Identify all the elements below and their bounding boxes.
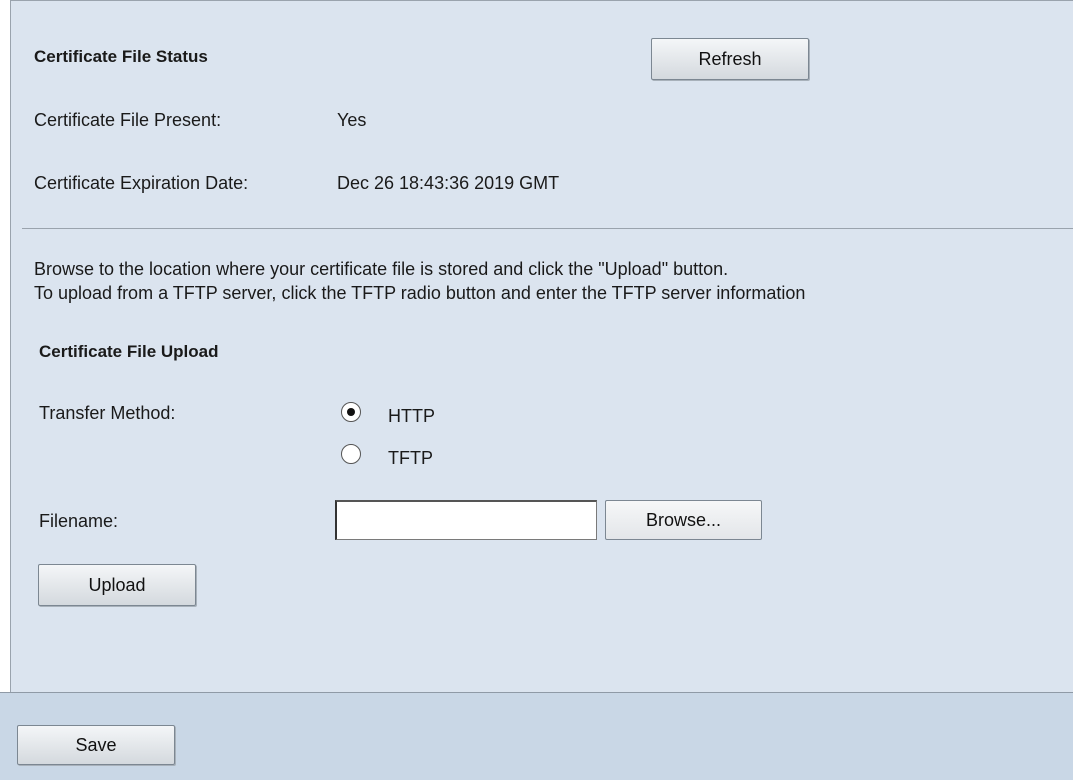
status-section-title: Certificate File Status [34,47,208,66]
browse-button[interactable]: Browse... [605,500,762,540]
section-divider [22,228,1073,229]
save-button[interactable]: Save [17,725,175,765]
http-radio[interactable] [341,402,361,422]
page: Certificate File Status Refresh Certific… [0,0,1073,780]
http-option-label[interactable]: HTTP [388,406,435,427]
tftp-option-label[interactable]: TFTP [388,448,433,469]
tftp-radio[interactable] [341,444,361,464]
upload-button[interactable]: Upload [38,564,196,606]
filename-label: Filename: [39,511,119,531]
instruction-line-1: Browse to the location where your certif… [34,259,729,279]
instruction-line-2: To upload from a TFTP server, click the … [34,283,806,303]
radio-selected-dot [347,408,355,416]
upload-section-title: Certificate File Upload [39,342,219,361]
transfer-method-label: Transfer Method: [39,403,176,423]
file-present-value: Yes [337,110,367,130]
file-present-label: Certificate File Present: [34,110,222,130]
expiration-date-label: Certificate Expiration Date: [34,173,249,193]
refresh-button[interactable]: Refresh [651,38,809,80]
filename-input[interactable] [335,500,597,540]
expiration-date-value: Dec 26 18:43:36 2019 GMT [337,173,560,193]
